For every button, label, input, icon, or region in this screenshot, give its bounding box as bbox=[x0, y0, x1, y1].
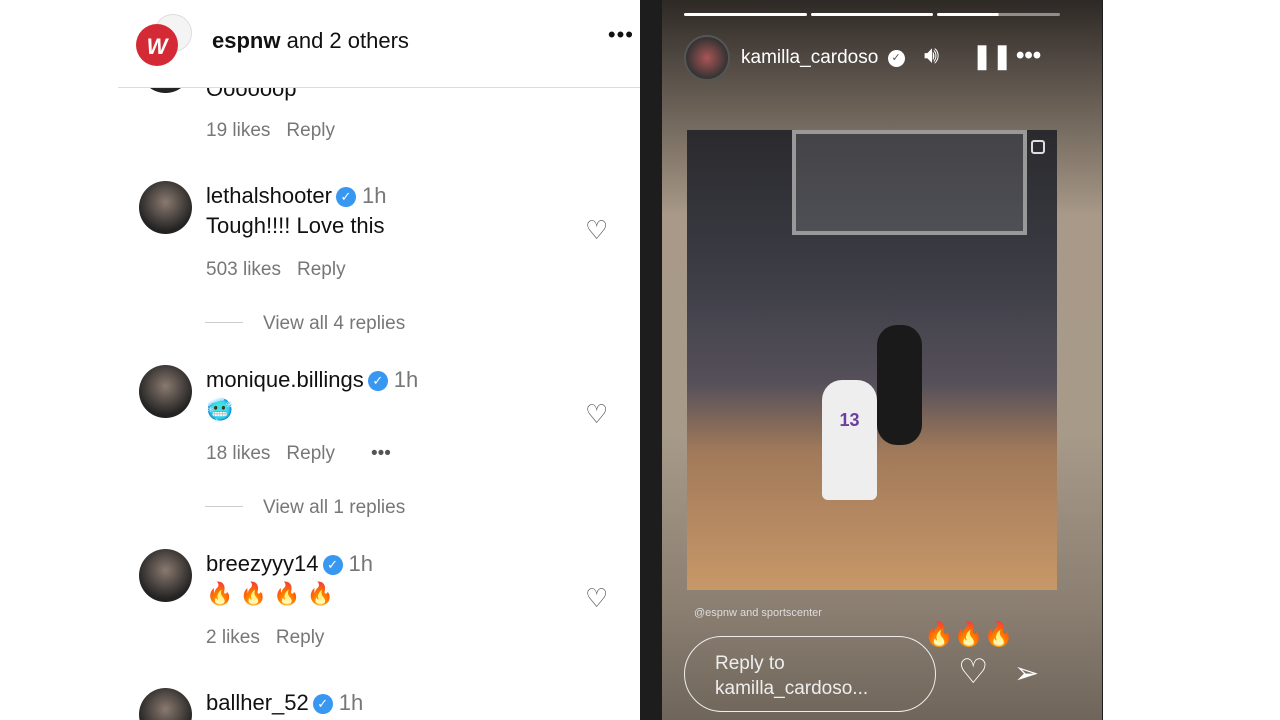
timestamp: 1h bbox=[348, 551, 373, 576]
espnw-logo[interactable]: W bbox=[136, 24, 178, 66]
volume-icon[interactable]: 🔊︎ bbox=[924, 42, 939, 70]
multi-media-icon bbox=[1031, 140, 1045, 154]
reply-button[interactable]: Reply bbox=[276, 627, 325, 648]
view-replies-button[interactable]: View all 1 replies bbox=[205, 497, 405, 519]
story-reaction: 🔥🔥🔥 bbox=[924, 621, 1014, 648]
timestamp: 1h bbox=[393, 367, 419, 392]
pause-icon[interactable]: ❚❚ bbox=[972, 42, 1012, 71]
verified-icon: ✓ bbox=[887, 50, 905, 67]
username[interactable]: monique.billings bbox=[206, 367, 364, 392]
timestamp: 1h bbox=[361, 183, 387, 208]
post-title[interactable]: espnw and 2 others bbox=[212, 28, 409, 54]
avatar[interactable] bbox=[139, 549, 192, 602]
username[interactable]: ballher_52 bbox=[206, 690, 309, 715]
verified-icon: ✓ bbox=[367, 371, 388, 391]
likes-count[interactable]: 2 likes bbox=[206, 627, 260, 648]
avatar[interactable] bbox=[139, 688, 192, 720]
story-credit: @espnw and sportscenter bbox=[694, 607, 822, 619]
verified-icon: ✓ bbox=[312, 694, 333, 714]
username[interactable]: lethalshooter bbox=[206, 183, 332, 208]
avatar[interactable] bbox=[139, 181, 192, 234]
view-replies-button[interactable]: View all 4 replies bbox=[205, 313, 405, 335]
post-header: W espnw and 2 others ••• bbox=[118, 0, 640, 88]
more-options-icon[interactable]: ••• bbox=[608, 22, 634, 48]
send-icon[interactable]: ➢ bbox=[1014, 656, 1039, 691]
likes-count[interactable]: 19 likes bbox=[206, 120, 270, 141]
like-heart-icon[interactable]: ♡ bbox=[958, 652, 988, 692]
progress-segment bbox=[810, 13, 934, 16]
progress-segment bbox=[684, 13, 807, 16]
player-white: 13 bbox=[822, 380, 877, 500]
like-heart-icon[interactable]: ♡ bbox=[585, 399, 608, 430]
story-avatar[interactable] bbox=[684, 35, 730, 81]
story-video[interactable]: 13 bbox=[687, 130, 1057, 590]
story-viewer: kamilla_cardoso ✓ 🔊︎ ❚❚ ••• 13 @espnw an… bbox=[662, 0, 1102, 720]
like-heart-icon[interactable]: ♡ bbox=[585, 215, 608, 246]
reply-button[interactable]: Reply bbox=[286, 443, 335, 464]
timestamp: 1h bbox=[338, 690, 364, 715]
backboard bbox=[792, 130, 1027, 235]
username[interactable]: breezyyy14 bbox=[206, 551, 319, 576]
comment-more-icon[interactable]: ••• bbox=[371, 443, 391, 464]
comments-panel: Oooooop 19 likes Reply W espnw and 2 othe… bbox=[0, 0, 640, 720]
progress-segment bbox=[937, 13, 1061, 16]
player-dark bbox=[877, 325, 922, 445]
comment-text: 🔥 🔥 🔥 🔥 bbox=[206, 581, 334, 606]
reply-button[interactable]: Reply bbox=[286, 120, 335, 141]
story-username[interactable]: kamilla_cardoso ✓ bbox=[741, 47, 905, 69]
likes-count[interactable]: 18 likes bbox=[206, 443, 270, 464]
reply-button[interactable]: Reply bbox=[297, 259, 346, 280]
more-options-icon[interactable]: ••• bbox=[1016, 42, 1041, 70]
comment-text: Tough!!!! Love this bbox=[206, 213, 385, 238]
likes-count[interactable]: 503 likes bbox=[206, 259, 281, 280]
verified-icon: ✓ bbox=[335, 187, 356, 207]
avatar[interactable] bbox=[139, 365, 192, 418]
like-heart-icon[interactable]: ♡ bbox=[585, 583, 608, 614]
comment-text: 🥶 bbox=[206, 397, 234, 422]
story-progress bbox=[684, 13, 1061, 16]
reply-input[interactable]: Reply to kamilla_cardoso... bbox=[684, 636, 936, 712]
verified-icon: ✓ bbox=[322, 555, 343, 575]
